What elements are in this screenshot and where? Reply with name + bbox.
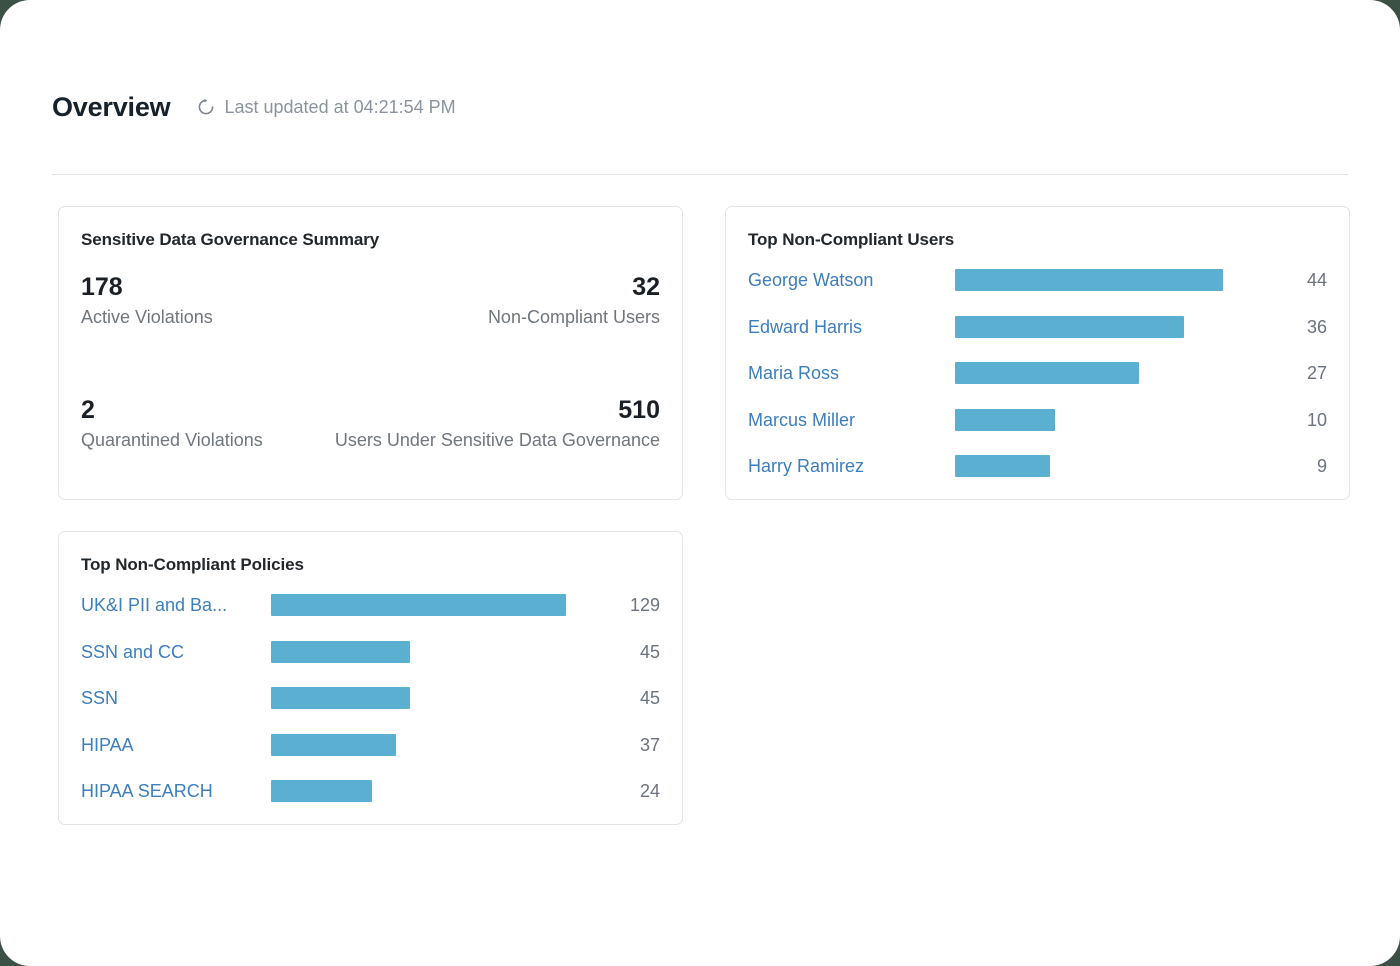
bar-row-value: 24 (614, 779, 660, 803)
top-non-compliant-users-card: Top Non-Compliant Users George Watson 44 E… (725, 206, 1350, 500)
bar-row-value: 27 (1291, 361, 1327, 385)
bar-row-value: 44 (1291, 268, 1327, 292)
dashboard-board: Sensitive Data Governance Summary 178 32… (58, 206, 1350, 825)
left-column: Sensitive Data Governance Summary 178 32… (58, 206, 683, 825)
bar-row-value: 9 (1291, 454, 1327, 478)
users-under-governance-label: Users Under Sensitive Data Governance (335, 427, 660, 453)
active-violations-label: Active Violations (81, 304, 213, 330)
non-compliant-users-value: 32 (632, 271, 660, 303)
right-column: Top Non-Compliant Users George Watson 44 E… (725, 206, 1350, 500)
dashboard-page: Overview Last updated at 04:21:54 PM Sen… (0, 0, 1400, 966)
last-updated-text: Last updated at 04:21:54 PM (224, 96, 455, 118)
bar-row-value: 129 (614, 593, 660, 617)
non-compliant-users-label: Non-Compliant Users (488, 304, 660, 330)
bar-row: Marcus Miller 10 (748, 397, 1327, 444)
bar-row: UK&I PII and Ba... 129 (81, 582, 660, 629)
bar-track (955, 455, 1223, 477)
bar-row-value: 45 (614, 686, 660, 710)
bar-row: HIPAA 37 (81, 722, 660, 769)
quarantined-violations-value: 2 (81, 394, 95, 426)
bar-track (955, 316, 1223, 338)
bar-fill (271, 641, 410, 663)
bar-track (955, 409, 1223, 431)
bar-fill (955, 455, 1050, 477)
bar-row-label[interactable]: HIPAA SEARCH (81, 779, 271, 803)
bar-row-label[interactable]: George Watson (748, 268, 955, 292)
bar-row-value: 37 (614, 733, 660, 757)
bar-row: HIPAA SEARCH 24 (81, 768, 660, 815)
bar-row: Harry Ramirez 9 (748, 443, 1327, 490)
bar-track (271, 594, 566, 616)
bar-fill (271, 734, 396, 756)
bar-fill (271, 687, 410, 709)
bar-row-value: 10 (1291, 408, 1327, 432)
bar-row: SSN and CC 45 (81, 629, 660, 676)
bar-row: George Watson 44 (748, 257, 1327, 304)
sensitive-data-governance-summary-card: Sensitive Data Governance Summary 178 32… (58, 206, 683, 500)
card-title: Top Non-Compliant Users (748, 229, 1327, 251)
bar-row-label[interactable]: Harry Ramirez (748, 454, 955, 478)
bar-track (955, 269, 1223, 291)
bar-row-label[interactable]: HIPAA (81, 733, 271, 757)
page-header: Overview Last updated at 04:21:54 PM (0, 0, 1400, 174)
bar-track (271, 641, 566, 663)
bar-track (955, 362, 1223, 384)
bar-track (271, 734, 566, 756)
bar-fill (271, 780, 372, 802)
top-non-compliant-policies-card: Top Non-Compliant Policies UK&I PII and … (58, 531, 683, 825)
bar-fill (955, 362, 1139, 384)
card-title: Sensitive Data Governance Summary (81, 229, 660, 251)
bar-row: Edward Harris 36 (748, 304, 1327, 351)
bar-row-value: 45 (614, 640, 660, 664)
summary-row-1: 178 32 Active Violations Non-Compliant U… (81, 271, 660, 330)
card-title: Top Non-Compliant Policies (81, 554, 660, 576)
bar-fill (271, 594, 566, 616)
bar-row-label[interactable]: Edward Harris (748, 315, 955, 339)
users-under-governance-value: 510 (618, 394, 660, 426)
refresh-icon[interactable] (196, 97, 216, 117)
bar-fill (955, 316, 1184, 338)
bar-fill (955, 269, 1223, 291)
header-divider (52, 174, 1348, 175)
summary-row-2: 2 510 Quarantined Violations Users Under… (81, 394, 660, 453)
page-title: Overview (52, 90, 170, 124)
last-updated-group: Last updated at 04:21:54 PM (196, 90, 455, 124)
bar-track (271, 687, 566, 709)
bar-row-label[interactable]: SSN (81, 686, 271, 710)
bar-row-label[interactable]: Maria Ross (748, 361, 955, 385)
bar-track (271, 780, 566, 802)
bar-row-label[interactable]: Marcus Miller (748, 408, 955, 432)
policies-bar-list: UK&I PII and Ba... 129 SSN and CC 45 SSN 45 HI… (81, 582, 660, 815)
users-bar-list: George Watson 44 Edward Harris 36 Maria Ross… (748, 257, 1327, 490)
bar-row-value: 36 (1291, 315, 1327, 339)
bar-row: SSN 45 (81, 675, 660, 722)
bar-row: Maria Ross 27 (748, 350, 1327, 397)
quarantined-violations-label: Quarantined Violations (81, 427, 263, 453)
bar-row-label[interactable]: UK&I PII and Ba... (81, 593, 271, 617)
active-violations-value: 178 (81, 271, 123, 303)
bar-fill (955, 409, 1055, 431)
bar-row-label[interactable]: SSN and CC (81, 640, 271, 664)
